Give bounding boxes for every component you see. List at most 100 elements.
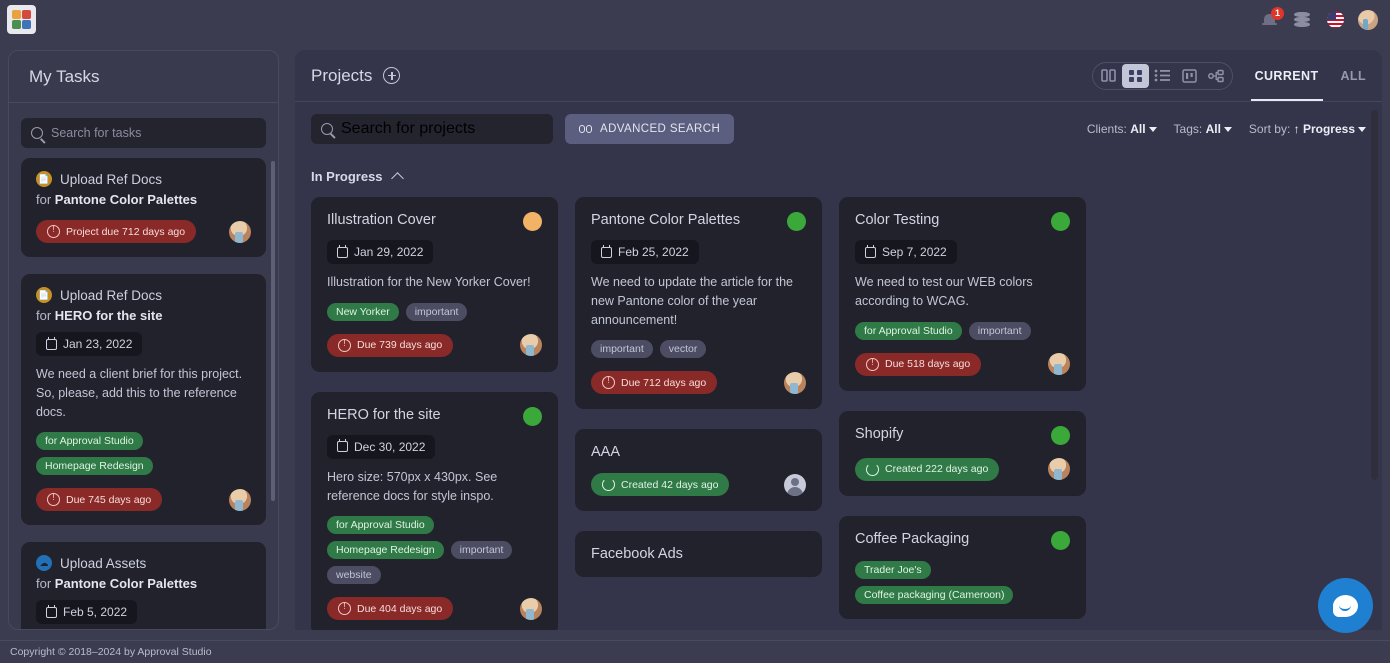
- tasks-scrollbar[interactable]: [271, 161, 275, 501]
- status-badge-label: Due 745 days ago: [66, 493, 152, 506]
- grid-view-icon[interactable]: [1121, 63, 1149, 88]
- tab-current[interactable]: CURRENT: [1250, 50, 1323, 101]
- tag[interactable]: important: [591, 340, 653, 359]
- date-badge: Sep 7, 2022: [855, 240, 957, 264]
- advanced-search-label: ADVANCED SEARCH: [600, 122, 721, 135]
- tag[interactable]: important: [405, 302, 468, 321]
- calendar-icon: [337, 244, 348, 258]
- projects-scrollbar[interactable]: [1371, 110, 1378, 480]
- clients-filter[interactable]: Clients: All: [1087, 122, 1157, 136]
- project-card-footer: Due 404 days ago: [327, 597, 542, 621]
- tag[interactable]: vector: [659, 340, 707, 359]
- footer: Copyright © 2018–2024 by Approval Studio: [0, 640, 1390, 663]
- avatar[interactable]: [229, 220, 251, 243]
- chevron-up-icon: [390, 171, 404, 185]
- task-title: Upload Ref Docs: [60, 171, 163, 187]
- avatar[interactable]: [1048, 458, 1070, 480]
- avatar[interactable]: [520, 334, 542, 357]
- list-view-icon[interactable]: [1149, 64, 1176, 88]
- task-project-line: for Pantone Color Palettes: [36, 576, 198, 592]
- task-header: ☁ Upload Assets: [36, 555, 251, 572]
- panel-title: My Tasks: [9, 51, 278, 103]
- project-card-footer: Due 739 days ago: [327, 333, 542, 357]
- sort-filter[interactable]: Sort by: ↑ Progress: [1249, 122, 1366, 136]
- avatar[interactable]: [784, 371, 806, 394]
- search-icon: [321, 122, 333, 135]
- search-projects-input[interactable]: Search for projects: [311, 113, 553, 144]
- avatar[interactable]: [784, 473, 806, 496]
- section-in-progress[interactable]: In Progress: [295, 155, 1382, 187]
- tags-filter[interactable]: Tags: All: [1174, 122, 1232, 136]
- project-card-footer: Due 518 days ago: [855, 352, 1070, 376]
- columns-view-icon[interactable]: [1095, 64, 1122, 88]
- storage-button[interactable]: [1292, 10, 1312, 30]
- tag[interactable]: Homepage Redesign: [36, 457, 153, 476]
- status-badge: Due 404 days ago: [327, 597, 454, 621]
- project-description: Illustration for the New Yorker Cover!: [327, 275, 531, 289]
- project-card[interactable]: Coffee Packaging Trader Joe's Coffee packa…: [839, 515, 1086, 619]
- status-badge-label: Due 518 days ago: [885, 358, 971, 370]
- search-icon: [31, 127, 43, 139]
- top-bar-actions: 1: [1259, 6, 1378, 30]
- clients-filter-label: Clients:: [1086, 121, 1127, 136]
- tag[interactable]: for Approval Studio: [327, 516, 434, 535]
- notification-badge: 1: [1271, 6, 1284, 20]
- advanced-search-button[interactable]: ADVANCED SEARCH: [565, 113, 735, 144]
- project-card-footer: Created 222 days ago: [855, 457, 1070, 481]
- project-card[interactable]: Pantone Color Palettes Feb 25, 2022 We nee…: [575, 197, 822, 410]
- calendar-icon: [601, 244, 612, 258]
- tag[interactable]: important: [968, 321, 1031, 340]
- tree-view-icon[interactable]: [1203, 64, 1230, 88]
- tag[interactable]: website: [327, 566, 381, 585]
- task-card[interactable]: 📄 Upload Ref Docs for HERO for the site Jan…: [21, 274, 266, 526]
- flag-us-icon: [1326, 11, 1344, 28]
- project-card[interactable]: Shopify Created 222 days ago: [839, 410, 1086, 496]
- user-menu-button[interactable]: [1358, 9, 1378, 30]
- tag[interactable]: Homepage Redesign: [327, 541, 444, 560]
- status-badge-label: Created 42 days ago: [621, 478, 719, 491]
- tag[interactable]: for Approval Studio: [36, 432, 143, 451]
- filters-left: Search for projects ADVANCED SEARCH: [311, 113, 735, 144]
- tag[interactable]: Coffee packaging (Cameroon): [855, 585, 1014, 604]
- tag[interactable]: for Approval Studio: [855, 321, 962, 340]
- status-dot: [1051, 530, 1070, 550]
- chat-bubble-button[interactable]: [1318, 578, 1373, 633]
- project-card-header: Illustration Cover: [327, 212, 542, 231]
- project-card[interactable]: Color Testing Sep 7, 2022 We need to test …: [839, 197, 1086, 391]
- task-footer: Project due 712 days ago: [36, 220, 251, 243]
- app-logo[interactable]: [7, 5, 36, 34]
- tab-all[interactable]: ALL: [1341, 50, 1367, 101]
- project-card[interactable]: HERO for the site Dec 30, 2022 Hero size: …: [311, 391, 558, 630]
- task-title: Upload Ref Docs: [60, 287, 163, 303]
- task-card[interactable]: ☁ Upload Assets for Pantone Color Palettes…: [21, 542, 266, 629]
- avatar[interactable]: [1048, 353, 1070, 375]
- add-project-button[interactable]: [383, 67, 401, 84]
- project-card-footer: Created 42 days ago: [591, 473, 806, 497]
- tags-filter-value: All: [1205, 121, 1221, 136]
- search-tasks-input[interactable]: Search for tasks: [21, 118, 266, 148]
- avatar[interactable]: [229, 488, 251, 511]
- project-card[interactable]: Facebook Ads: [575, 531, 822, 578]
- chevron-down-icon: [1148, 126, 1157, 132]
- status-badge-label: Due 404 days ago: [357, 602, 443, 615]
- filters-row: Search for projects ADVANCED SEARCH Clie…: [295, 102, 1382, 155]
- task-header: 📄 Upload Ref Docs: [36, 287, 251, 303]
- project-card[interactable]: Illustration Cover Jan 29, 2022 Illustrati…: [311, 197, 558, 372]
- kanban-view-icon[interactable]: [1176, 64, 1203, 88]
- tag[interactable]: New Yorker: [327, 302, 399, 321]
- date-badge: Jan 29, 2022: [327, 240, 434, 264]
- sort-filter-label: Sort by:: [1248, 121, 1291, 136]
- document-upload-icon: 📄: [36, 171, 52, 187]
- project-title: Illustration Cover: [327, 212, 436, 228]
- avatar[interactable]: [520, 597, 542, 620]
- task-card[interactable]: 📄 Upload Ref Docs for Pantone Color Palett…: [21, 158, 266, 257]
- calendar-icon: [865, 244, 876, 258]
- notifications-button[interactable]: 1: [1259, 6, 1284, 30]
- status-badge: Due 745 days ago: [36, 488, 163, 512]
- status-badge-label: Due 739 days ago: [357, 339, 443, 352]
- project-card[interactable]: AAA Created 42 days ago: [575, 429, 822, 512]
- tag[interactable]: important: [450, 541, 513, 560]
- language-button[interactable]: [1325, 10, 1345, 30]
- tag[interactable]: Trader Joe's: [855, 560, 931, 579]
- section-label: In Progress: [311, 169, 383, 184]
